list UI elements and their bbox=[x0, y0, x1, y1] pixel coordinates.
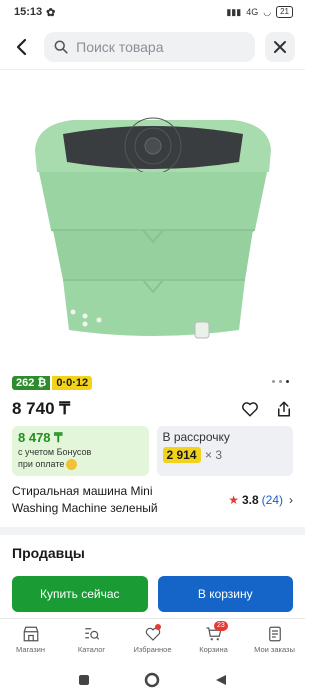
bonus-badge: 262 ₿ bbox=[12, 376, 51, 390]
tab-label: Каталог bbox=[77, 645, 106, 654]
pager-dot-active bbox=[286, 380, 289, 383]
recents-icon[interactable] bbox=[77, 673, 91, 687]
back-nav-icon[interactable] bbox=[214, 673, 228, 687]
star-icon: ★ bbox=[228, 493, 239, 507]
tab-label: Мои заказы bbox=[254, 645, 295, 654]
chevron-left-icon bbox=[16, 38, 27, 55]
status-bar: 15:13 ✿ ▮▮▮ 4G ◡ 21 bbox=[0, 0, 305, 24]
search-input[interactable] bbox=[76, 38, 245, 55]
chevron-right-icon: › bbox=[289, 493, 293, 507]
buy-now-button[interactable]: Купить сейчас bbox=[12, 576, 148, 612]
installment-badge: 0·0·12 bbox=[52, 376, 93, 390]
tab-label: Избранное bbox=[133, 645, 172, 654]
share-icon[interactable] bbox=[275, 400, 293, 418]
search-header bbox=[0, 24, 305, 70]
system-nav-bar bbox=[0, 660, 305, 699]
status-time: 15:13 bbox=[14, 6, 43, 18]
product-image[interactable] bbox=[0, 72, 305, 368]
bonus-offer[interactable]: 8 478 ₸ с учетом Бонусов при оплате bbox=[12, 426, 149, 476]
tab-favorites[interactable]: Избранное bbox=[122, 619, 183, 660]
title-row: Стиральная машина Mini Washing Machine з… bbox=[12, 483, 293, 517]
back-button[interactable] bbox=[10, 35, 34, 59]
product-title: Стиральная машина Mini Washing Machine з… bbox=[12, 484, 158, 515]
search-box[interactable] bbox=[44, 31, 255, 62]
battery-icon: 21 bbox=[276, 6, 293, 18]
price-row: 8 740 ₸ bbox=[12, 397, 293, 421]
credit-amount: 2 914 bbox=[162, 447, 201, 463]
rating-value: 3.8 bbox=[241, 493, 259, 507]
wifi-icon: ◡ bbox=[263, 6, 272, 17]
tab-label: Корзина bbox=[199, 645, 228, 654]
cart-count-badge: 23 bbox=[214, 621, 228, 631]
price-offers: 8 478 ₸ с учетом Бонусов при оплате В ра… bbox=[12, 426, 293, 476]
sellers-heading: Продавцы bbox=[12, 545, 85, 561]
orders-icon bbox=[268, 626, 281, 642]
image-pager bbox=[272, 380, 289, 383]
coin-icon bbox=[66, 459, 78, 471]
home-icon[interactable] bbox=[144, 672, 160, 688]
settings-icon: ✿ bbox=[46, 6, 56, 19]
signal-icon: ▮▮▮ bbox=[226, 6, 242, 17]
review-count: (24) bbox=[261, 493, 283, 507]
promo-badges: 262 ₿ 0·0·12 bbox=[12, 376, 93, 390]
bonus-note-line2: при оплате bbox=[18, 459, 65, 469]
pager-dot bbox=[279, 380, 282, 383]
cta-row: Купить сейчас В корзину bbox=[12, 576, 293, 612]
search-icon bbox=[54, 39, 68, 54]
tab-cart[interactable]: 23 Корзина bbox=[183, 619, 244, 660]
notification-dot bbox=[155, 624, 161, 630]
bonus-price: 8 478 ₸ bbox=[18, 430, 63, 445]
pager-dot bbox=[272, 380, 275, 383]
add-to-cart-button[interactable]: В корзину bbox=[157, 576, 293, 612]
heart-icon[interactable] bbox=[241, 400, 259, 418]
network-label: 4G bbox=[246, 7, 259, 17]
tab-shop[interactable]: Магазин bbox=[0, 619, 61, 660]
shop-icon bbox=[23, 626, 38, 642]
bottom-tab-bar: Магазин Каталог Избранное 23 Корзина Мои… bbox=[0, 618, 305, 660]
catalog-search-icon bbox=[84, 628, 99, 640]
washing-machine-image bbox=[34, 117, 271, 339]
close-icon bbox=[274, 40, 286, 53]
tab-catalog[interactable]: Каталог bbox=[61, 619, 122, 660]
bonus-note-line1: с учетом Бонусов bbox=[18, 447, 92, 457]
tab-orders[interactable]: Мои заказы bbox=[244, 619, 305, 660]
tab-label: Магазин bbox=[16, 645, 45, 654]
credit-times: × 3 bbox=[204, 448, 222, 462]
credit-title: В рассрочку bbox=[162, 430, 230, 444]
clear-search-button[interactable] bbox=[265, 31, 295, 62]
section-divider bbox=[0, 527, 305, 535]
rating-link[interactable]: ★ 3.8 (24) › bbox=[228, 483, 293, 517]
product-price: 8 740 ₸ bbox=[12, 399, 71, 418]
credit-offer[interactable]: В рассрочку 2 914 × 3 bbox=[156, 426, 293, 476]
